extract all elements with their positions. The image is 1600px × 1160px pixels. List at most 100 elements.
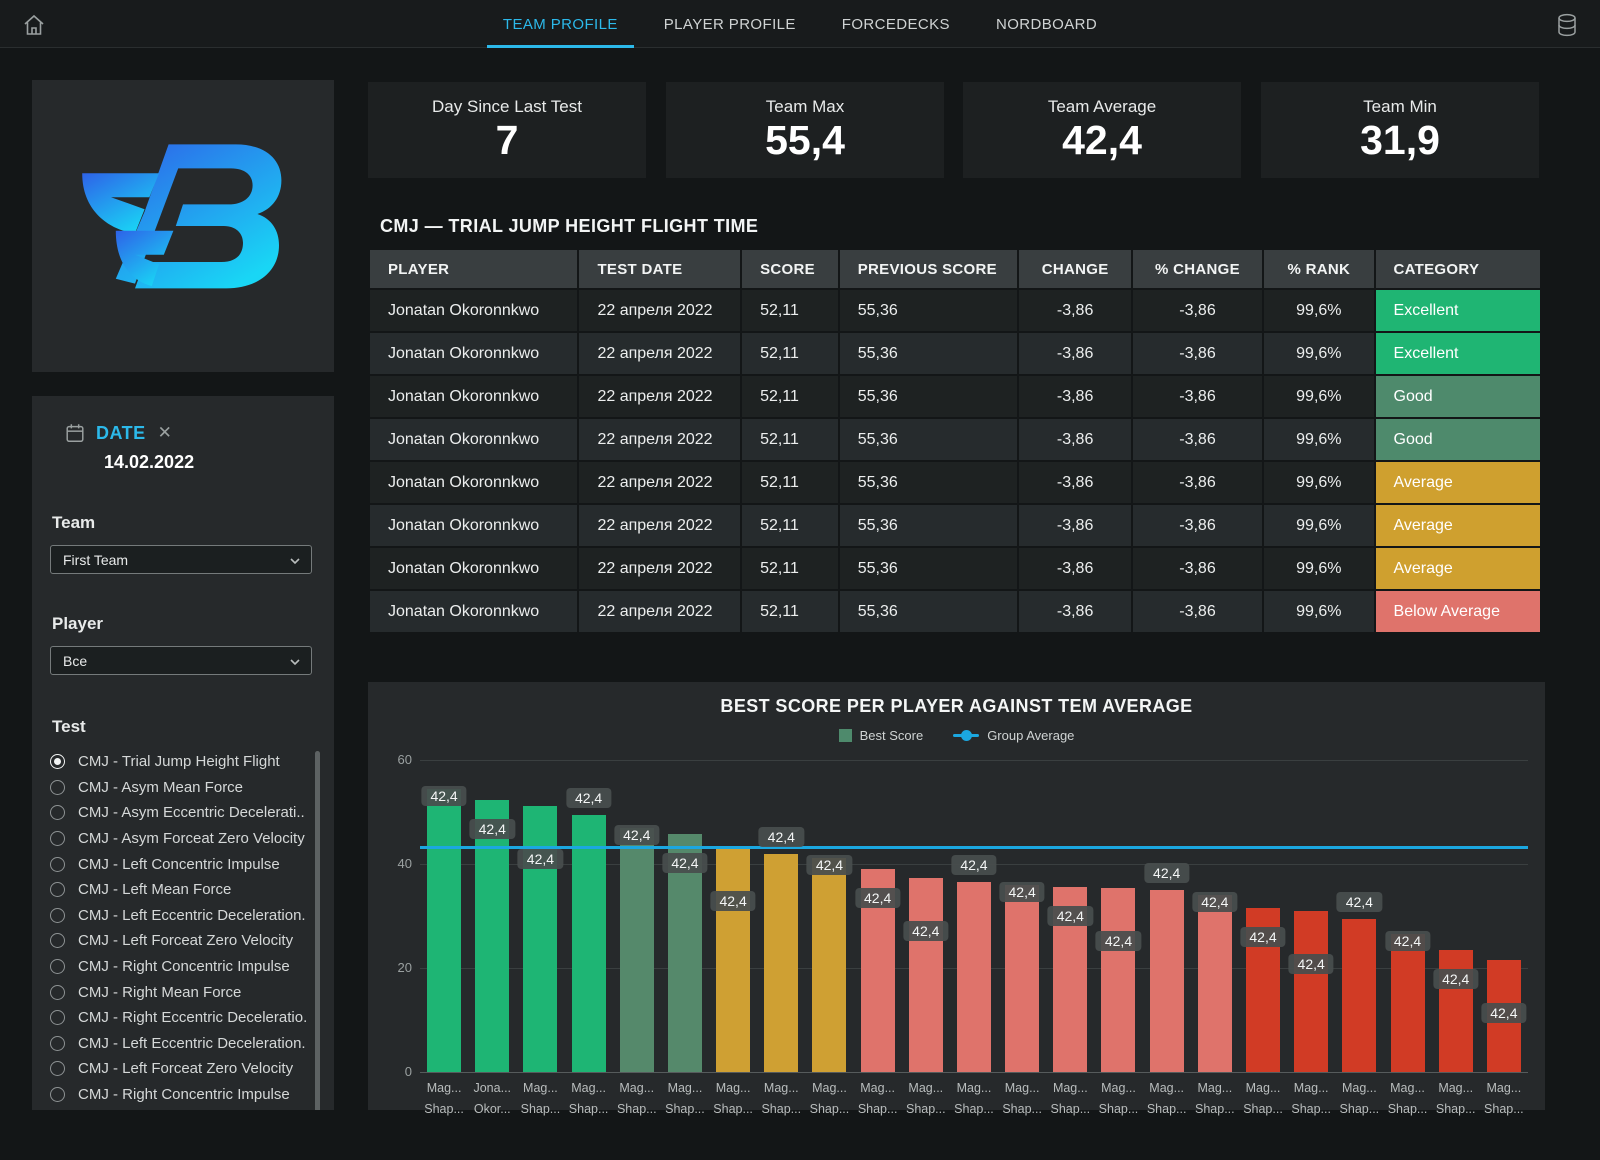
test-radio-option[interactable]: CMJ - Right Concentric Impulse [50,954,306,980]
test-radio-option[interactable]: CMJ - Left Eccentric Deceleration... [50,903,306,929]
bar[interactable] [475,800,509,1072]
bar[interactable] [1150,890,1184,1072]
column-header-test-date[interactable]: TEST DATE [579,250,740,288]
bar-data-label: 42,4 [566,788,611,808]
stat-card-label: Team Max [766,97,844,117]
radio-icon [50,985,65,1000]
legend-square-icon [839,729,852,742]
cell-change: -3,86 [1019,290,1130,331]
radio-icon [50,959,65,974]
test-radio-option[interactable]: CMJ - Right Eccentric Deceleratio... [50,1005,306,1031]
column-header-previous-score[interactable]: PREVIOUS SCORE [840,250,1018,288]
bar-slot: 42,4 [1480,760,1528,1072]
test-option-label: CMJ - Right Concentric Impulse [78,958,290,975]
test-option-label: CMJ - Trial Jump Height Flight [78,753,280,770]
bar[interactable] [427,789,461,1072]
cell-player: Jonatan Okoronnkwo [370,333,577,374]
radio-icon [50,882,65,897]
test-radio-option[interactable]: CMJ - Left Concentric Impulse [50,851,306,877]
legend-best-score[interactable]: Best Score [839,728,924,743]
x-axis-label: Mag...Shap... [565,1078,613,1121]
stat-card-value: 55,4 [765,119,845,162]
bar[interactable] [572,815,606,1072]
radio-icon [50,1010,65,1025]
date-filter-close-icon[interactable]: ✕ [158,423,172,443]
cell-previous-score: 55,36 [840,333,1018,374]
column-header-change[interactable]: CHANGE [1019,250,1130,288]
chart-title: BEST SCORE PER PLAYER AGAINST TEM AVERAG… [368,696,1545,717]
test-option-label: CMJ - Right Eccentric Deceleratio... [78,1009,306,1026]
x-axis-label: Jona...Okor... [468,1078,516,1121]
bar[interactable] [1294,911,1328,1072]
x-axis-label: Mag...Shap... [854,1078,902,1121]
table-row[interactable]: Jonatan Okoronnkwo22 апреля 202252,1155,… [370,548,1540,589]
test-radio-option[interactable]: CMJ - Trial Jump Height Flight [50,749,306,775]
bar-data-label: 42,4 [1192,892,1237,912]
cell-test-date: 22 апреля 2022 [579,290,740,331]
stat-card-label: Team Average [1048,97,1156,117]
cell--change: -3,86 [1133,419,1262,460]
table-row[interactable]: Jonatan Okoronnkwo22 апреля 202252,1155,… [370,290,1540,331]
nav-tab-player-profile[interactable]: PLAYER PROFILE [648,0,812,48]
table-row[interactable]: Jonatan Okoronnkwo22 апреля 202252,1155,… [370,591,1540,632]
column-header-score[interactable]: SCORE [742,250,838,288]
bar[interactable] [1391,934,1425,1072]
bar[interactable] [716,848,750,1072]
test-option-label: CMJ - Asym Mean Force [78,779,243,796]
test-radio-option[interactable]: CMJ - Right Mean Force [50,1107,306,1110]
bar[interactable] [1198,895,1232,1072]
bar[interactable] [909,878,943,1072]
cell-change: -3,86 [1019,462,1130,503]
cell-change: -3,86 [1019,591,1130,632]
bar-chart-plot: 020406042,442,442,442,442,442,442,442,44… [420,760,1528,1072]
table-row[interactable]: Jonatan Okoronnkwo22 апреля 202252,1155,… [370,333,1540,374]
cell--rank: 99,6% [1264,548,1373,589]
column-header-player[interactable]: PLAYER [370,250,577,288]
calendar-icon [64,422,86,444]
nav-tab-nordboard[interactable]: NORDBOARD [980,0,1113,48]
table-row[interactable]: Jonatan Okoronnkwo22 апреля 202252,1155,… [370,462,1540,503]
test-radio-option[interactable]: CMJ - Right Concentric Impulse [50,1082,306,1108]
test-radio-option[interactable]: CMJ - Left Forceat Zero Velocity [50,928,306,954]
bar[interactable] [1101,888,1135,1072]
table-row[interactable]: Jonatan Okoronnkwo22 апреля 202252,1155,… [370,419,1540,460]
category-badge: Excellent [1376,290,1540,331]
x-axis-label: Mag...Shap... [1094,1078,1142,1121]
table-row[interactable]: Jonatan Okoronnkwo22 апреля 202252,1155,… [370,376,1540,417]
nav-tab-forcedecks[interactable]: FORCEDECKS [826,0,966,48]
test-list-scrollbar[interactable] [315,751,320,1110]
legend-group-average[interactable]: Group Average [953,728,1074,743]
x-axis-label: Mag...Shap... [1143,1078,1191,1121]
bar[interactable] [764,854,798,1072]
test-radio-option[interactable]: CMJ - Asym Mean Force [50,775,306,801]
category-badge: Good [1376,419,1540,460]
test-radio-option[interactable]: CMJ - Asym Forceat Zero Velocity [50,826,306,852]
bar[interactable] [1342,919,1376,1072]
cell--rank: 99,6% [1264,419,1373,460]
bar[interactable] [812,858,846,1072]
test-radio-option[interactable]: CMJ - Left Mean Force [50,877,306,903]
chart-x-labels: Mag...Shap... Jona...Okor... Mag...Shap...… [420,1078,1528,1121]
nav-tab-team-profile[interactable]: TEAM PROFILE [487,0,634,48]
column-header--change[interactable]: % CHANGE [1133,250,1262,288]
cell-score: 52,11 [742,591,838,632]
column-header-category[interactable]: CATEGORY [1376,250,1540,288]
bar[interactable] [1005,885,1039,1072]
team-select[interactable]: First Team [50,545,312,574]
bar-data-label: 42,4 [1096,931,1141,951]
filter-panel: DATE ✕ 14.02.2022 Team First Team Player… [32,396,334,1110]
cell-score: 52,11 [742,419,838,460]
bar[interactable] [957,882,991,1072]
bar[interactable] [620,828,654,1072]
test-option-label: CMJ - Left Eccentric Deceleration... [78,907,306,924]
cell-test-date: 22 апреля 2022 [579,419,740,460]
test-radio-option[interactable]: CMJ - Left Eccentric Deceleration... [50,1031,306,1057]
test-radio-option[interactable]: CMJ - Left Forceat Zero Velocity [50,1056,306,1082]
test-radio-option[interactable]: CMJ - Asym Eccentric Decelerati... [50,800,306,826]
database-icon[interactable] [1556,13,1578,37]
stat-card-value: 42,4 [1062,119,1142,162]
test-radio-option[interactable]: CMJ - Right Mean Force [50,979,306,1005]
player-select[interactable]: Все [50,646,312,675]
column-header--rank[interactable]: % RANK [1264,250,1373,288]
table-row[interactable]: Jonatan Okoronnkwo22 апреля 202252,1155,… [370,505,1540,546]
